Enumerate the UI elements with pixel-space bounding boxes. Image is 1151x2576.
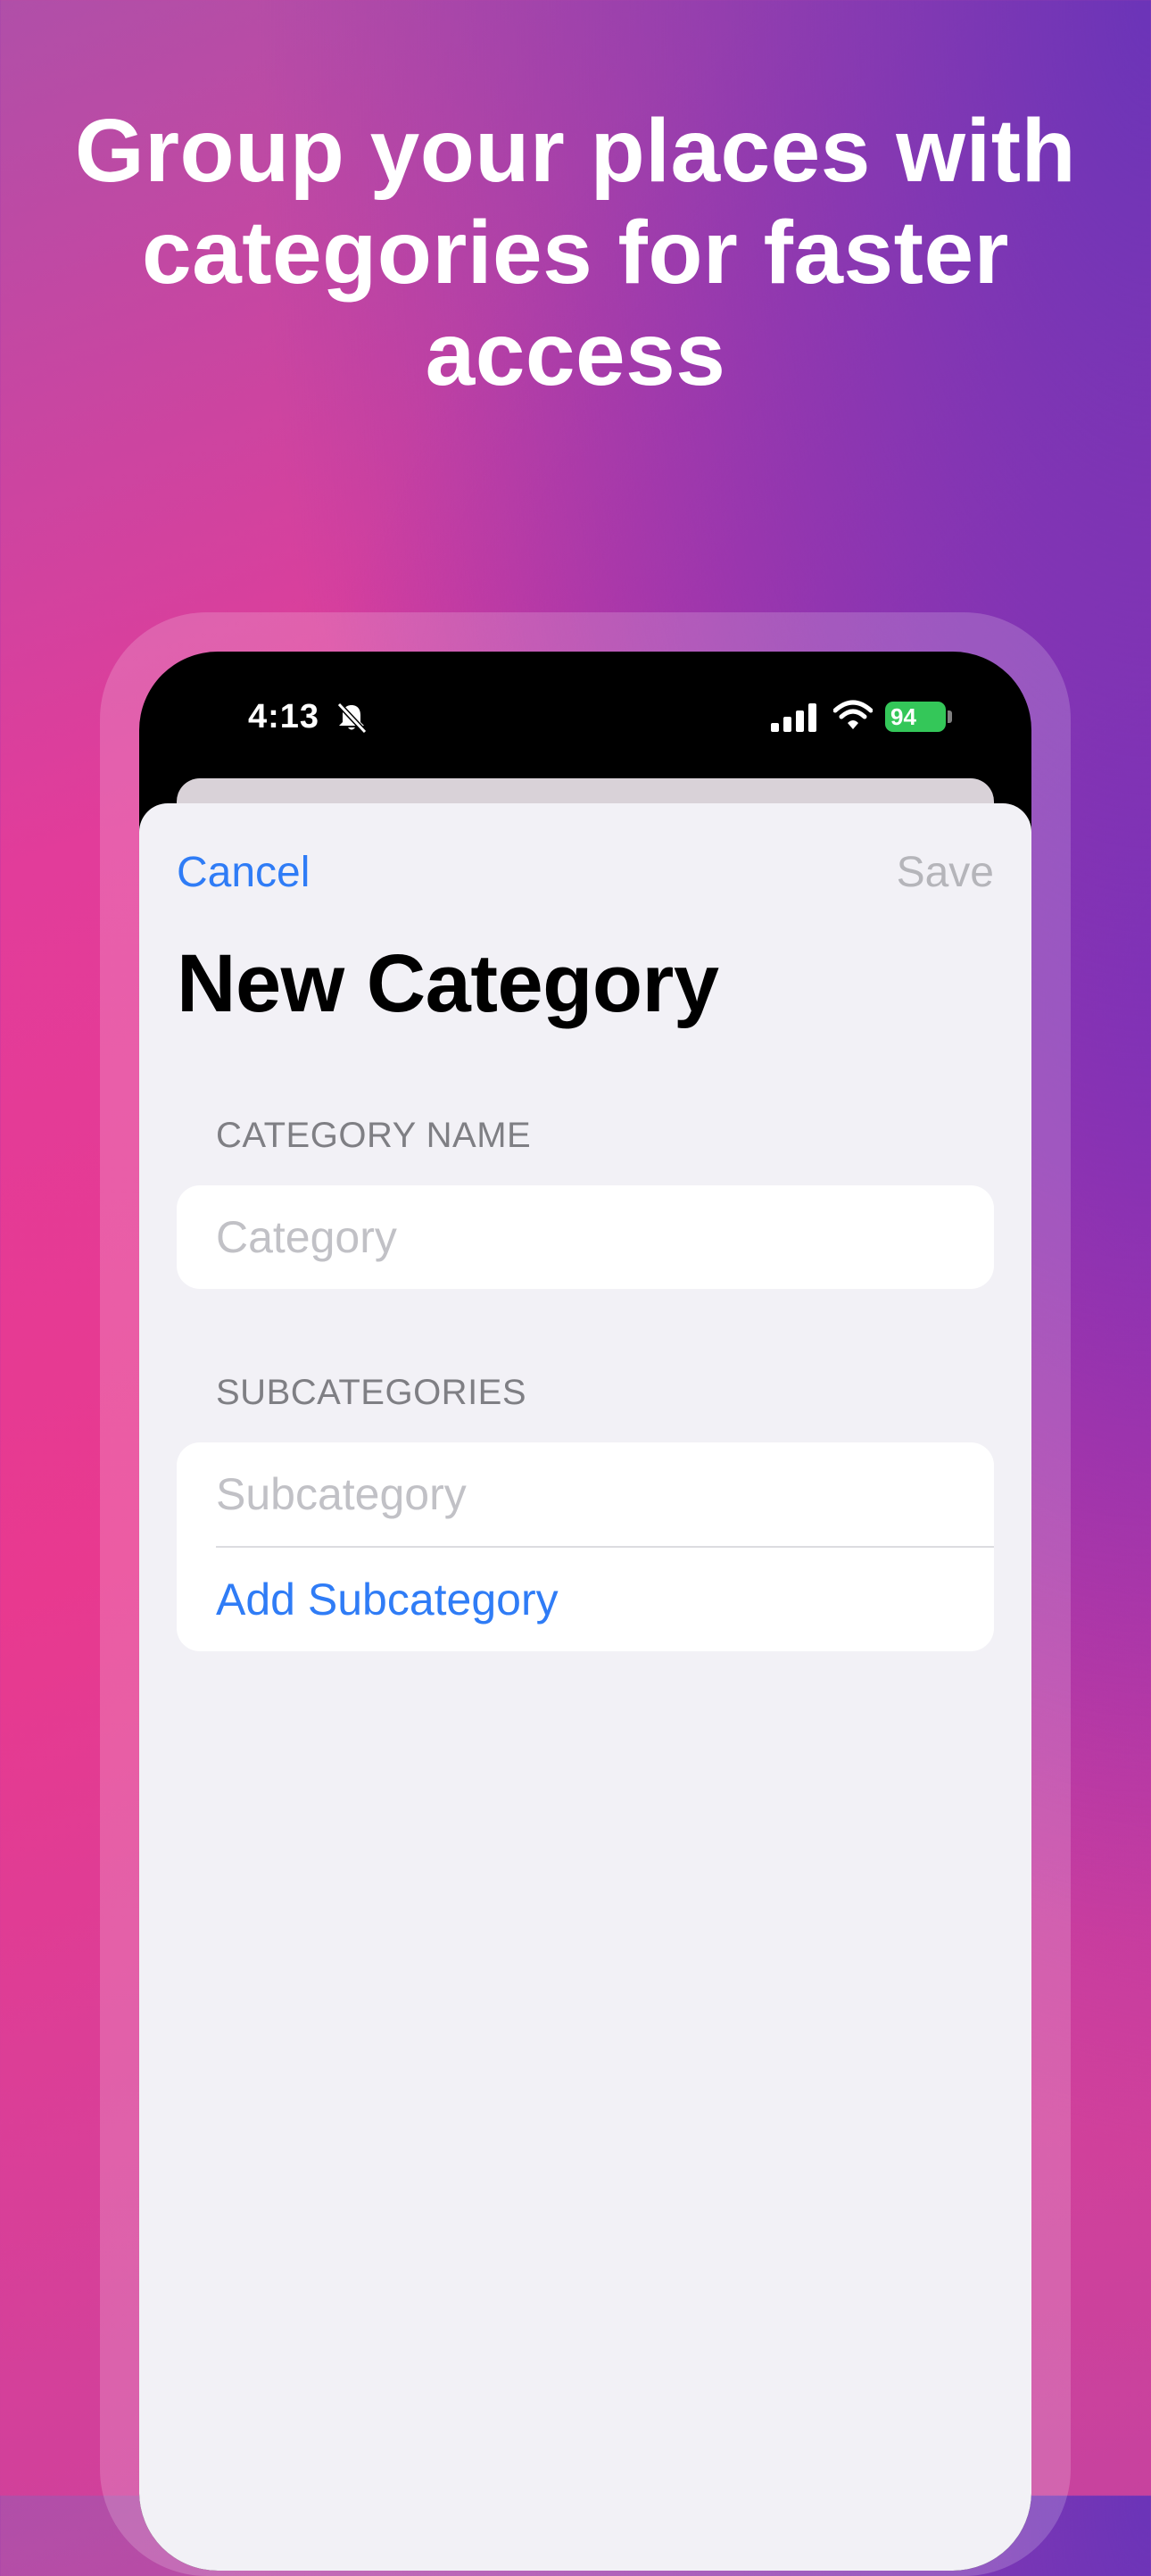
phone-screen: 4:13 94 Cancel Save New Category CATEGOR… <box>139 652 1031 2571</box>
cancel-button[interactable]: Cancel <box>177 848 310 897</box>
cellular-signal-icon <box>771 703 816 732</box>
category-name-input[interactable] <box>177 1185 994 1289</box>
battery-cap <box>948 710 952 723</box>
save-button[interactable]: Save <box>897 848 994 897</box>
add-subcategory-button[interactable]: Add Subcategory <box>177 1548 994 1651</box>
status-time: 4:13 <box>248 698 320 735</box>
bell-slash-icon <box>336 702 368 735</box>
subcategory-input[interactable] <box>177 1442 994 1546</box>
subcategories-card: Add Subcategory <box>177 1442 994 1651</box>
subcategories-section-label: SUBCATEGORIES <box>216 1373 527 1412</box>
wifi-icon <box>833 700 873 729</box>
promo-headline: Group your places with categories for fa… <box>74 101 1077 404</box>
status-bar: 4:13 94 <box>139 652 1031 785</box>
new-category-sheet: Cancel Save New Category CATEGORY NAME S… <box>139 803 1031 2571</box>
category-name-section-label: CATEGORY NAME <box>216 1116 532 1155</box>
battery-indicator: 94 <box>885 702 946 732</box>
page-title: New Category <box>177 938 719 1029</box>
category-name-card <box>177 1185 994 1289</box>
battery-level: 94 <box>890 703 916 730</box>
